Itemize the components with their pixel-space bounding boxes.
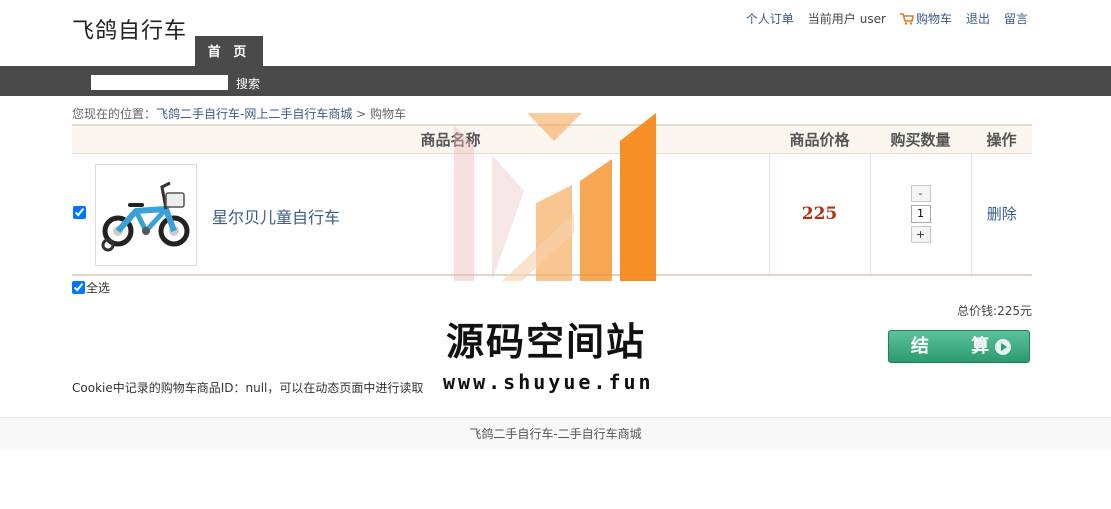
header-quantity: 购买数量 xyxy=(870,124,971,154)
product-price: 225 xyxy=(768,153,870,276)
search-button[interactable]: 搜索 xyxy=(236,75,260,92)
breadcrumb-prefix: 您现在的位置： xyxy=(72,107,157,121)
watermark-title: 源码空间站 xyxy=(446,320,647,364)
item-checkbox[interactable] xyxy=(73,205,86,219)
checkout-label: 结 算 xyxy=(910,336,1008,357)
search-input[interactable] xyxy=(91,75,228,90)
header-product-name: 商品名称 xyxy=(72,124,769,154)
logout-link[interactable]: 退出 xyxy=(966,10,990,27)
footer: 飞鸽二手自行车-二手自行车商城 xyxy=(0,417,1111,449)
quantity-input[interactable] xyxy=(910,204,931,223)
username: user xyxy=(859,11,886,26)
select-all[interactable]: 全选 xyxy=(72,279,110,296)
quantity-stepper: - + xyxy=(910,184,931,243)
cart-icon xyxy=(899,13,914,25)
nav-bar: 搜索 xyxy=(0,66,1111,96)
cart-link-label: 购物车 xyxy=(915,12,952,26)
top-links: 个人订单 当前用户 user 购物车 退出 留言 xyxy=(746,10,1028,27)
current-user-label: 当前用户 xyxy=(807,12,856,26)
product-name-link[interactable]: 星尔贝儿童自行车 xyxy=(212,204,340,228)
breadcrumb-home-link[interactable]: 飞鸽二手自行车-网上二手自行车商城 xyxy=(156,107,352,121)
site-title: 飞鸽自行车 xyxy=(72,19,188,44)
quantity-increase-button[interactable]: + xyxy=(910,225,931,243)
product-cell: 星尔贝儿童自行车 xyxy=(72,153,769,276)
breadcrumb-current: 购物车 xyxy=(370,107,407,121)
breadcrumb: 您现在的位置：飞鸽二手自行车-网上二手自行车商城 > 购物车 xyxy=(72,105,406,122)
quantity-cell: - + xyxy=(869,153,971,276)
arrow-right-icon xyxy=(995,339,1011,355)
delete-button[interactable]: 删除 xyxy=(970,153,1032,276)
message-link[interactable]: 留言 xyxy=(1004,10,1028,27)
watermark-logo xyxy=(454,113,656,281)
cookie-note: Cookie中记录的购物车商品ID：null，可以在动态页面中进行读取 xyxy=(72,381,424,395)
product-thumbnail[interactable] xyxy=(95,163,197,266)
quantity-decrease-button[interactable]: - xyxy=(910,184,931,202)
watermark-url: www.shuyue.fun xyxy=(443,370,654,394)
header-operation: 操作 xyxy=(971,124,1032,154)
tab-home[interactable]: 首 页 xyxy=(195,36,263,66)
breadcrumb-separator: > xyxy=(352,107,371,121)
total-price: 总价钱:225元 xyxy=(957,304,1032,318)
cart-link[interactable]: 购物车 xyxy=(899,10,952,27)
checkout-button[interactable]: 结 算 xyxy=(888,330,1030,363)
orders-link[interactable]: 个人订单 xyxy=(746,10,794,27)
bicycle-image xyxy=(101,181,190,251)
select-all-checkbox[interactable] xyxy=(72,281,85,294)
select-all-label: 全选 xyxy=(86,281,111,295)
header-price: 商品价格 xyxy=(769,124,870,154)
